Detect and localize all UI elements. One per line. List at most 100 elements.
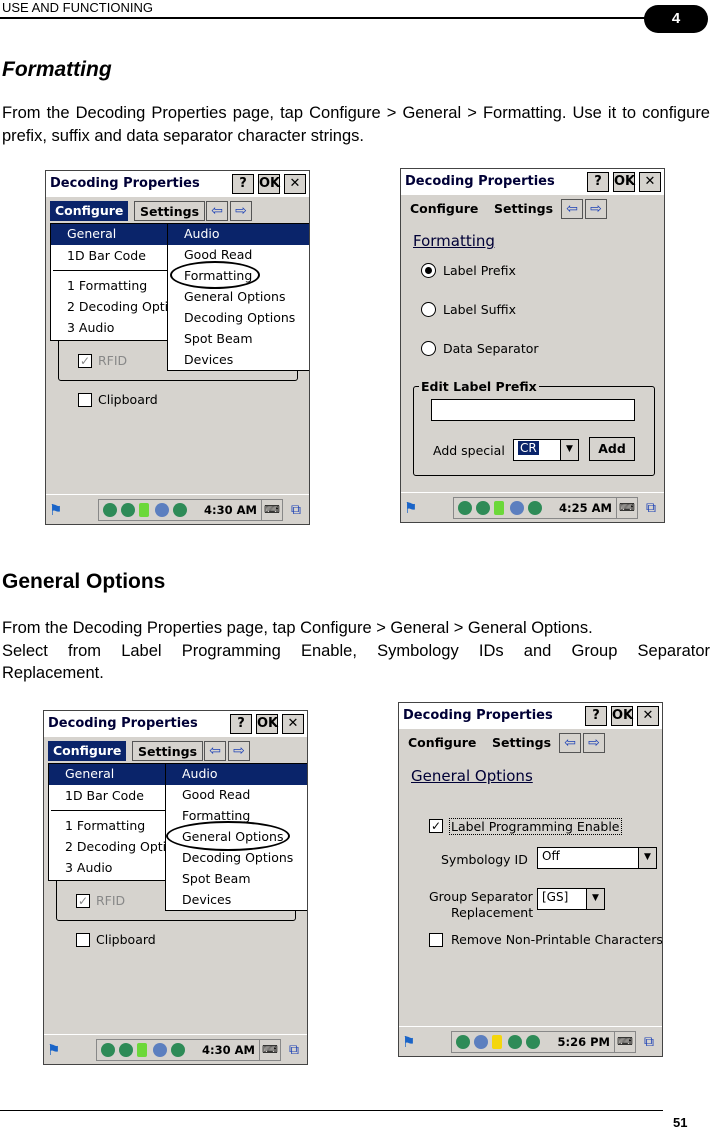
system-tray: 4:25 AM — [453, 497, 617, 519]
close-button[interactable]: ✕ — [637, 706, 659, 726]
general-paragraph-2: Select from Label Programming Enable, Sy… — [2, 642, 710, 660]
submenu-item-good-read[interactable]: Good Read — [166, 785, 307, 806]
arrow-left-icon[interactable]: ⇦ — [559, 733, 581, 753]
keyboard-icon[interactable]: ⌨ — [616, 497, 638, 519]
formatting-heading: Formatting — [2, 58, 112, 81]
start-icon[interactable]: ⚑ — [49, 500, 69, 520]
keyboard-icon[interactable]: ⌨ — [259, 1039, 281, 1061]
menu-item-audio[interactable]: 3 Audio — [49, 858, 167, 879]
menu-item-general[interactable]: General — [49, 764, 167, 785]
chapter-badge: 4 — [644, 5, 708, 33]
ok-button[interactable]: OK — [611, 706, 633, 726]
window-title: Decoding Properties — [48, 716, 198, 731]
close-button[interactable]: ✕ — [284, 174, 306, 194]
clock[interactable]: 4:25 AM — [559, 501, 612, 515]
submenu-item-decoding-options[interactable]: Decoding Options — [168, 308, 309, 329]
ok-button[interactable]: OK — [258, 174, 280, 194]
chevron-down-icon: ▼ — [638, 848, 656, 868]
keyboard-icon[interactable]: ⌨ — [261, 499, 283, 521]
clock[interactable]: 4:30 AM — [202, 1043, 255, 1057]
clipboard-label: Clipboard — [98, 392, 158, 407]
close-button[interactable]: ✕ — [282, 714, 304, 734]
group-separator-select[interactable]: [GS] ▼ — [537, 888, 605, 910]
prefix-input[interactable] — [431, 399, 635, 421]
submenu-item-decoding-options[interactable]: Decoding Options — [166, 848, 307, 869]
help-button[interactable]: ? — [585, 706, 607, 726]
rfid-checkbox[interactable]: ✓ — [76, 894, 90, 908]
remove-nonprintable-checkbox[interactable] — [429, 933, 443, 947]
arrow-right-icon[interactable]: ⇨ — [228, 741, 250, 761]
menu-configure[interactable]: Configure — [48, 741, 127, 761]
arrow-left-icon[interactable]: ⇦ — [206, 201, 228, 221]
menu-item-decoding[interactable]: 2 Decoding Opti — [51, 297, 169, 318]
menu-settings[interactable]: Settings — [134, 201, 206, 221]
label-suffix-label: Label Suffix — [443, 302, 517, 317]
submenu-item-devices[interactable]: Devices — [168, 350, 309, 371]
header-rule — [0, 17, 660, 19]
submenu-item-spot-beam[interactable]: Spot Beam — [166, 869, 307, 890]
keyboard-icon[interactable]: ⌨ — [614, 1031, 636, 1053]
help-button[interactable]: ? — [232, 174, 254, 194]
replacement-label: Replacement — [451, 905, 534, 920]
arrow-right-icon[interactable]: ⇨ — [230, 201, 252, 221]
label-programming-label: Label Programming Enable — [449, 818, 622, 835]
submenu-item-spot-beam[interactable]: Spot Beam — [168, 329, 309, 350]
arrow-left-icon[interactable]: ⇦ — [204, 741, 226, 761]
start-icon[interactable]: ⚑ — [404, 498, 424, 518]
help-button[interactable]: ? — [230, 714, 252, 734]
menu-item-1d-bar-code[interactable]: 1D Bar Code — [51, 246, 169, 267]
radio-label-suffix[interactable] — [421, 302, 436, 317]
radio-data-separator[interactable] — [421, 341, 436, 356]
symbology-id-label: Symbology ID — [441, 852, 528, 867]
data-separator-label: Data Separator — [443, 341, 539, 356]
menu-item-formatting[interactable]: 1 Formatting — [51, 276, 169, 297]
chevron-down-icon: ▼ — [586, 889, 604, 909]
symbology-id-select[interactable]: Off ▼ — [537, 847, 657, 869]
clipboard-checkbox[interactable] — [78, 393, 92, 407]
clock[interactable]: 4:30 AM — [204, 503, 257, 517]
menu-configure[interactable]: Configure — [405, 199, 483, 219]
arrow-left-icon[interactable]: ⇦ — [561, 199, 583, 219]
submenu-item-audio[interactable]: Audio — [168, 224, 309, 245]
ok-button[interactable]: OK — [256, 714, 278, 734]
submenu-item-devices[interactable]: Devices — [166, 890, 307, 911]
radio-label-prefix[interactable] — [421, 263, 436, 278]
start-icon[interactable]: ⚑ — [47, 1040, 67, 1060]
windows-icon[interactable]: ⧉ — [641, 497, 661, 519]
menu-item-audio[interactable]: 3 Audio — [51, 318, 169, 339]
menu-configure[interactable]: Configure — [50, 201, 129, 221]
submenu-item-general-options[interactable]: General Options — [168, 287, 309, 308]
clipboard-checkbox[interactable] — [76, 933, 90, 947]
help-button[interactable]: ? — [587, 172, 609, 192]
close-button[interactable]: ✕ — [639, 172, 661, 192]
menu-settings[interactable]: Settings — [489, 199, 558, 219]
label-programming-checkbox[interactable]: ✓ — [429, 819, 443, 833]
menu-item-formatting[interactable]: 1 Formatting — [49, 816, 167, 837]
arrow-right-icon[interactable]: ⇨ — [583, 733, 605, 753]
configure-menu: General 1D Bar Code 1 Formatting 2 Decod… — [50, 223, 170, 341]
network-icon — [101, 1043, 115, 1057]
label-prefix-label: Label Prefix — [443, 263, 516, 278]
windows-icon[interactable]: ⧉ — [286, 499, 306, 521]
window-title: Decoding Properties — [405, 174, 555, 189]
network-icon — [456, 1035, 470, 1049]
arrow-right-icon[interactable]: ⇨ — [585, 199, 607, 219]
section-title: General Options — [411, 767, 533, 785]
menu-settings[interactable]: Settings — [132, 741, 204, 761]
menu-item-1d-bar-code[interactable]: 1D Bar Code — [49, 786, 167, 807]
menu-item-general[interactable]: General — [51, 224, 169, 245]
add-special-select[interactable]: CR ▼ — [513, 439, 579, 461]
page-number: 51 — [673, 1115, 688, 1130]
windows-icon[interactable]: ⧉ — [284, 1039, 304, 1061]
start-icon[interactable]: ⚑ — [402, 1032, 422, 1052]
ok-button[interactable]: OK — [613, 172, 635, 192]
clock[interactable]: 5:26 PM — [558, 1035, 610, 1049]
rfid-checkbox[interactable]: ✓ — [78, 354, 92, 368]
add-button[interactable]: Add — [589, 437, 635, 461]
screenshot-general-options-menu: Decoding Properties ? OK ✕ Configure Set… — [43, 710, 308, 1065]
windows-icon[interactable]: ⧉ — [639, 1031, 659, 1053]
menu-item-decoding[interactable]: 2 Decoding Opti — [49, 837, 167, 858]
menu-settings[interactable]: Settings — [487, 733, 556, 753]
submenu-item-audio[interactable]: Audio — [166, 764, 307, 785]
menu-configure[interactable]: Configure — [403, 733, 481, 753]
